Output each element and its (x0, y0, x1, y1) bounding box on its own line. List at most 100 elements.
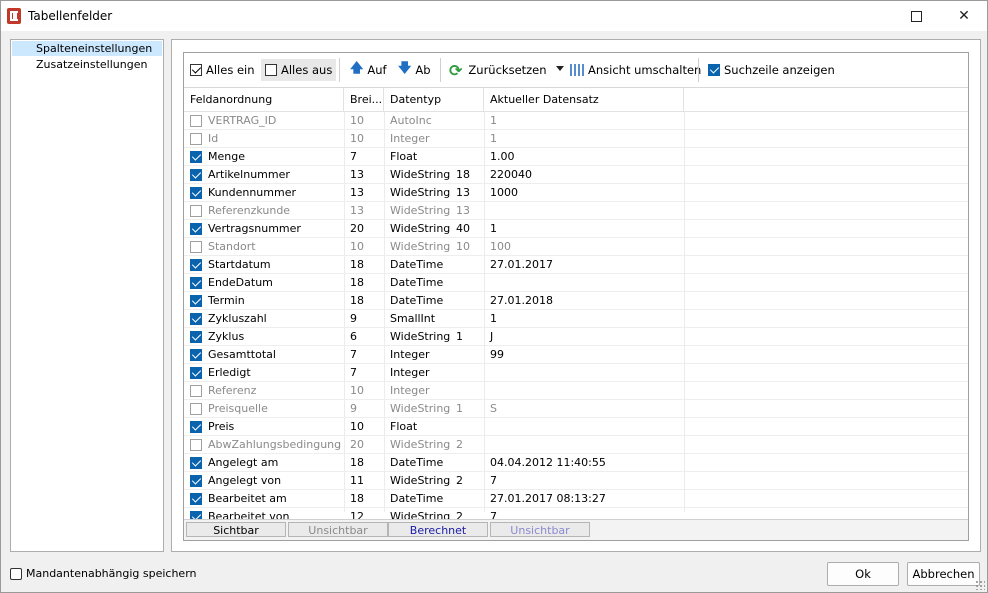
table-row[interactable]: Angelegt am 18 DateTime 04.04.2012 11:40:55 (184, 454, 968, 472)
table-row[interactable]: EndeDatum 18 DateTime (184, 274, 968, 292)
zuruecksetzen-button[interactable]: ⟳ Zurücksetzen (449, 59, 547, 81)
grid-rows: VERTRAG_ID 10 AutoInc 1 Id 10 Integer 1 Menge 7 Fl… (184, 112, 968, 526)
field-width: 10 (350, 420, 364, 433)
table-row[interactable]: Vertragsnummer 20 WideString 40 1 (184, 220, 968, 238)
checkbox-checked-icon[interactable] (190, 366, 202, 379)
checkbox-checked-icon[interactable] (190, 330, 202, 343)
field-type-cell: Integer (390, 130, 482, 147)
table-row[interactable]: Startdatum 18 DateTime 27.01.2017 (184, 256, 968, 274)
field-type: WideString (390, 330, 451, 343)
field-type-cell: DateTime (390, 292, 482, 309)
field-length: 1 (456, 402, 463, 415)
field-name-cell: Termin (190, 292, 348, 309)
field-name: Angelegt von (208, 474, 282, 487)
field-value: 1 (490, 222, 497, 235)
checkbox-checked-icon[interactable] (190, 492, 202, 505)
field-type: Integer (390, 366, 430, 379)
column-header-feldanordnung[interactable]: Feldanordnung (184, 88, 344, 111)
close-button[interactable]: ✕ (941, 1, 987, 31)
checkbox-checked-icon[interactable] (190, 294, 202, 307)
table-row[interactable]: Referenz 10 Integer (184, 382, 968, 400)
checkbox-unchecked-icon[interactable] (190, 114, 202, 127)
table-row[interactable]: Menge 7 Float 1.00 (184, 148, 968, 166)
field-type: WideString (390, 222, 451, 235)
field-width: 13 (350, 186, 364, 199)
field-name-cell: Zykluszahl (190, 310, 348, 327)
field-name-cell: Angelegt von (190, 472, 348, 489)
ab-label: Ab (415, 63, 431, 77)
field-name: Erledigt (208, 366, 251, 379)
alles-aus-button[interactable]: Alles aus (261, 59, 337, 81)
checkbox-checked-icon[interactable] (190, 168, 202, 181)
sidebar-item-spalteneinstellungen[interactable]: Spalteneinstellungen (12, 41, 162, 56)
chevron-down-icon[interactable] (556, 66, 564, 71)
checkbox-checked-icon[interactable] (190, 474, 202, 487)
field-length: 2 (456, 438, 463, 451)
field-value: 27.01.2018 (490, 294, 553, 307)
checkbox-unchecked-icon[interactable] (190, 402, 202, 415)
field-width: 18 (350, 492, 364, 505)
field-name: Preis (208, 420, 235, 433)
field-value: 99 (490, 348, 504, 361)
field-name: Id (208, 132, 219, 145)
ansicht-umschalten-button[interactable]: Ansicht umschalten (570, 59, 701, 81)
field-name-cell: VERTRAG_ID (190, 112, 348, 129)
window-title: Tabellenfelder (28, 9, 113, 23)
checkbox-unchecked-icon[interactable] (190, 384, 202, 397)
table-row[interactable]: Termin 18 DateTime 27.01.2018 (184, 292, 968, 310)
suchzeile-toggle[interactable]: Suchzeile anzeigen (708, 59, 835, 81)
field-name: EndeDatum (208, 276, 273, 289)
checkbox-unchecked-icon[interactable] (190, 438, 202, 451)
table-row[interactable]: Standort 10 WideString 10 100 (184, 238, 968, 256)
ab-button[interactable]: 🡇 Ab (398, 59, 431, 81)
checkbox-checked-icon[interactable] (190, 348, 202, 361)
sidebar-item-label: Spalteneinstellungen (36, 42, 153, 55)
checkbox-unchecked-icon[interactable] (190, 204, 202, 217)
checkbox-checked-icon[interactable] (190, 276, 202, 289)
table-row[interactable]: Id 10 Integer 1 (184, 130, 968, 148)
table-row[interactable]: Erledigt 7 Integer (184, 364, 968, 382)
field-type-cell: WideString 13 (390, 202, 482, 219)
checkbox-checked-icon[interactable] (190, 222, 202, 235)
checkbox-checked-icon[interactable] (190, 186, 202, 199)
checkbox-checked-icon[interactable] (190, 258, 202, 271)
checkbox-checked-icon[interactable] (190, 456, 202, 469)
column-header-breite[interactable]: Brei... (344, 88, 384, 111)
field-length: 13 (456, 186, 470, 199)
table-row[interactable]: Zykluszahl 9 SmallInt 1 (184, 310, 968, 328)
table-row[interactable]: Angelegt von 11 WideString 2 7 (184, 472, 968, 490)
table-row[interactable]: VERTRAG_ID 10 AutoInc 1 (184, 112, 968, 130)
table-row[interactable]: Kundennummer 13 WideString 13 1000 (184, 184, 968, 202)
sidebar-item-zusatzeinstellungen[interactable]: Zusatzeinstellungen (12, 57, 162, 72)
maximize-button[interactable] (893, 1, 939, 31)
table-row[interactable]: Bearbeitet am 18 DateTime 27.01.2017 08:13:… (184, 490, 968, 508)
table-row[interactable]: Preisquelle 9 WideString 1 S (184, 400, 968, 418)
mandant-checkbox[interactable]: Mandantenabhängig speichern (10, 567, 197, 580)
checkbox-checked-icon[interactable] (190, 420, 202, 433)
column-header-aktueller-datensatz[interactable]: Aktueller Datensatz (484, 88, 684, 111)
resize-grip-icon[interactable] (975, 580, 985, 590)
table-row[interactable]: Referenzkunde 13 WideString 13 (184, 202, 968, 220)
abbrechen-button[interactable]: Abbrechen (907, 562, 980, 586)
field-name: VERTRAG_ID (208, 114, 277, 127)
auf-button[interactable]: 🡅 Auf (350, 59, 387, 81)
field-type-cell: WideString 2 (390, 472, 482, 489)
table-row[interactable]: Preis 10 Float (184, 418, 968, 436)
table-row[interactable]: Gesamttotal 7 Integer 99 (184, 346, 968, 364)
checkbox-checked-icon[interactable] (190, 312, 202, 325)
checkbox-unchecked-icon[interactable] (190, 240, 202, 253)
field-type: DateTime (390, 492, 444, 505)
column-header-datentyp[interactable]: Datentyp (384, 88, 484, 111)
field-name-cell: Referenzkunde (190, 202, 348, 219)
field-length: 13 (456, 204, 470, 217)
table-row[interactable]: Artikelnummer 13 WideString 18 220040 (184, 166, 968, 184)
ok-button[interactable]: Ok (827, 562, 899, 586)
alles-ein-button[interactable]: Alles ein (190, 59, 255, 81)
legend-bar: Sichtbar Unsichtbar Berechnet Unsichtbar (184, 519, 968, 540)
field-name: Artikelnummer (208, 168, 290, 181)
checkbox-checked-icon[interactable] (190, 150, 202, 163)
field-type-cell: DateTime (390, 256, 482, 273)
table-row[interactable]: Zyklus 6 WideString 1 J (184, 328, 968, 346)
table-row[interactable]: AbwZahlungsbedingung 20 WideString 2 (184, 436, 968, 454)
checkbox-unchecked-icon[interactable] (190, 132, 202, 145)
